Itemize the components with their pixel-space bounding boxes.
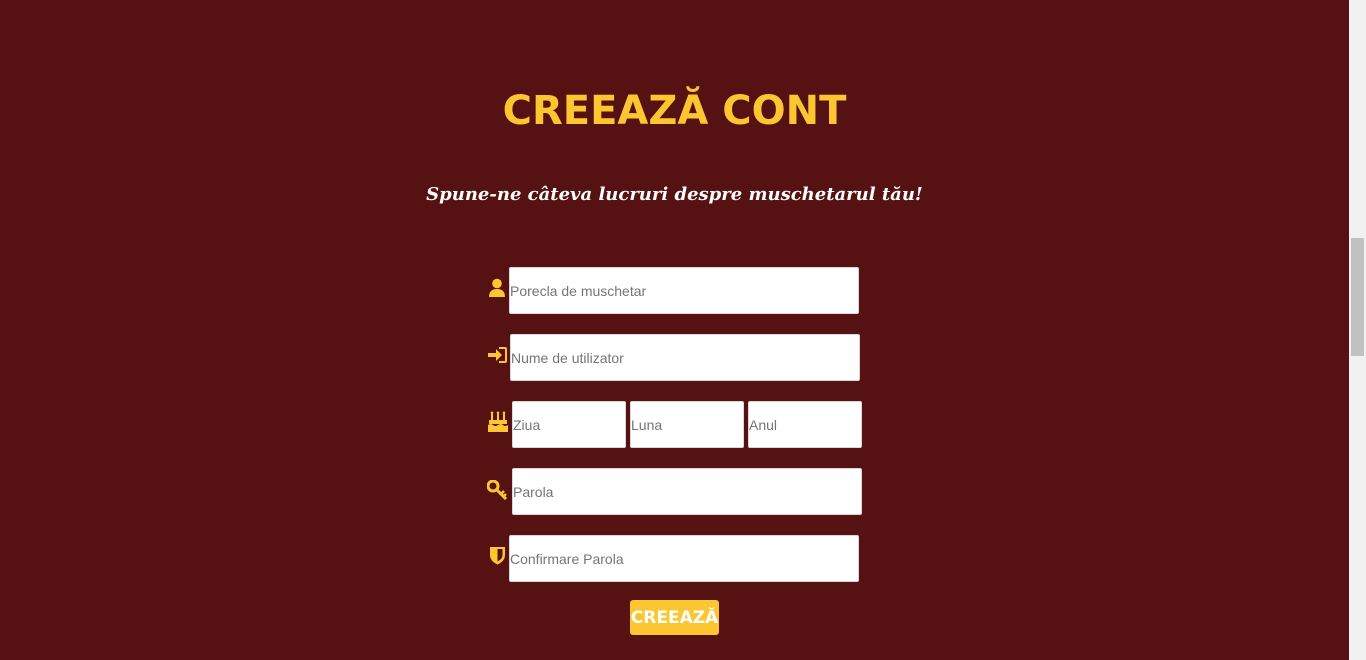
page-title: CREEAZĂ CONT: [502, 88, 847, 134]
page-subtitle: Spune-ne câteva lucruri despre muschetar…: [426, 184, 923, 205]
user-icon: [487, 278, 507, 298]
password-input[interactable]: [512, 468, 862, 515]
key-icon: [487, 480, 508, 500]
signup-page: CREEAZĂ CONT Spune-ne câteva lucruri des…: [0, 0, 1349, 660]
confirm-password-input[interactable]: [509, 535, 859, 582]
birthday-cake-icon: [487, 411, 509, 433]
shield-icon: [489, 546, 506, 565]
scrollbar-thumb[interactable]: [1351, 238, 1364, 356]
sign-in-icon: [487, 345, 508, 365]
birth-day-input[interactable]: [512, 401, 626, 448]
username-input[interactable]: [510, 334, 860, 381]
nickname-input[interactable]: [509, 267, 859, 314]
birth-year-input[interactable]: [748, 401, 862, 448]
birth-month-input[interactable]: [630, 401, 744, 448]
vertical-scrollbar[interactable]: [1349, 0, 1366, 660]
create-account-button[interactable]: CREEAZĂ: [630, 600, 719, 635]
